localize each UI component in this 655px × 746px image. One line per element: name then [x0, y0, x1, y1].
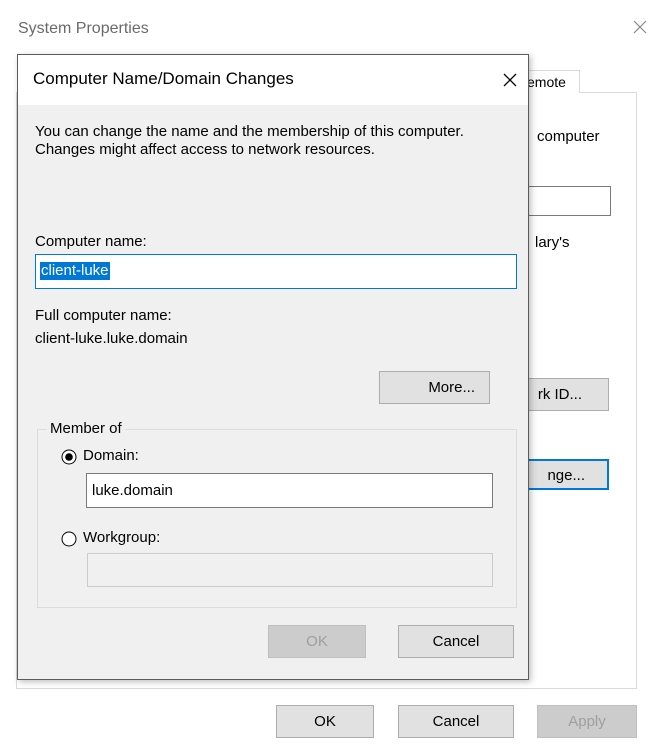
- dialog-ok-button[interactable]: OK: [268, 625, 366, 658]
- cancel-button[interactable]: Cancel: [398, 705, 514, 738]
- more-button[interactable]: More...: [379, 371, 490, 404]
- background-text: computer: [537, 128, 600, 145]
- window-title: System Properties: [18, 20, 149, 37]
- apply-button[interactable]: Apply: [537, 705, 637, 738]
- computer-name-input[interactable]: client-luke: [35, 254, 517, 289]
- background-text: lary's: [535, 234, 570, 251]
- dialog-titlebar: Computer Name/Domain Changes: [18, 55, 528, 105]
- computer-name-label: Computer name:: [35, 233, 147, 250]
- radio-unchecked-icon[interactable]: [61, 531, 77, 547]
- domain-radio-label[interactable]: Domain:: [83, 447, 139, 464]
- close-icon[interactable]: [625, 12, 655, 42]
- full-computer-name-label: Full computer name:: [35, 307, 172, 324]
- workgroup-radio-label[interactable]: Workgroup:: [83, 529, 160, 546]
- tab-remote[interactable]: emote: [520, 70, 580, 93]
- dialog-title: Computer Name/Domain Changes: [33, 69, 294, 88]
- computer-description-field[interactable]: [528, 186, 611, 216]
- workgroup-input[interactable]: [87, 553, 493, 587]
- member-of-label: Member of: [47, 420, 125, 437]
- full-computer-name-value: client-luke.luke.domain: [35, 330, 188, 347]
- computer-name-dialog: Computer Name/Domain Changes You can cha…: [17, 54, 529, 680]
- ok-button[interactable]: OK: [276, 705, 374, 738]
- computer-name-value: client-luke: [40, 262, 110, 280]
- domain-input[interactable]: luke.domain: [86, 473, 493, 508]
- dialog-description: You can change the name and the membersh…: [35, 123, 464, 158]
- dialog-cancel-button[interactable]: Cancel: [398, 625, 514, 658]
- close-icon[interactable]: [495, 65, 525, 95]
- radio-checked-icon[interactable]: [61, 449, 77, 465]
